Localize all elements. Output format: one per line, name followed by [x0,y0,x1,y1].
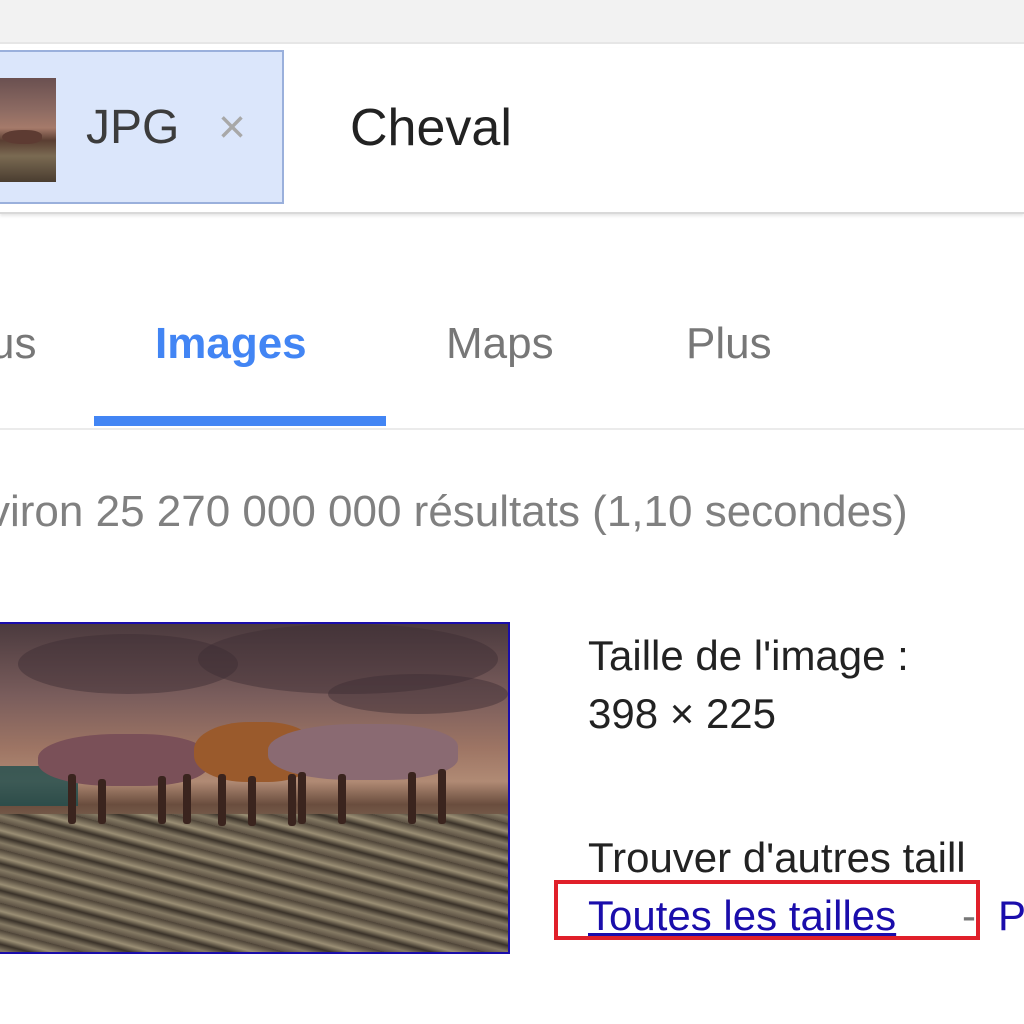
tab-images[interactable]: Images [155,318,307,370]
tabs-divider [0,428,1024,430]
close-icon[interactable]: × [208,100,256,156]
tab-maps[interactable]: Maps [446,318,554,370]
find-other-sizes-label: Trouver d'autres taill [588,834,966,881]
result-stats: viron 25 270 000 000 résultats (1,10 sec… [0,487,908,536]
tab-all[interactable]: us [0,318,36,370]
chip-label: JPG [86,101,180,154]
search-tabs: us Images Maps Plus [0,300,1024,390]
top-divider [0,42,1024,44]
image-size-label: Taille de l'image : [588,632,909,679]
result-image[interactable] [0,622,510,954]
chip-thumbnail [0,78,56,182]
active-tab-indicator [94,416,386,426]
tab-more[interactable]: Plus [686,318,772,370]
next-size-link[interactable]: P [998,892,1024,940]
highlight-box [554,880,980,940]
image-size-value: 398 × 225 [588,690,777,737]
search-box[interactable]: JPG × Cheval [0,48,1024,214]
image-search-chip[interactable]: JPG × [0,50,284,204]
browser-top-bar [0,0,1024,44]
search-query-text[interactable]: Cheval [350,98,512,158]
